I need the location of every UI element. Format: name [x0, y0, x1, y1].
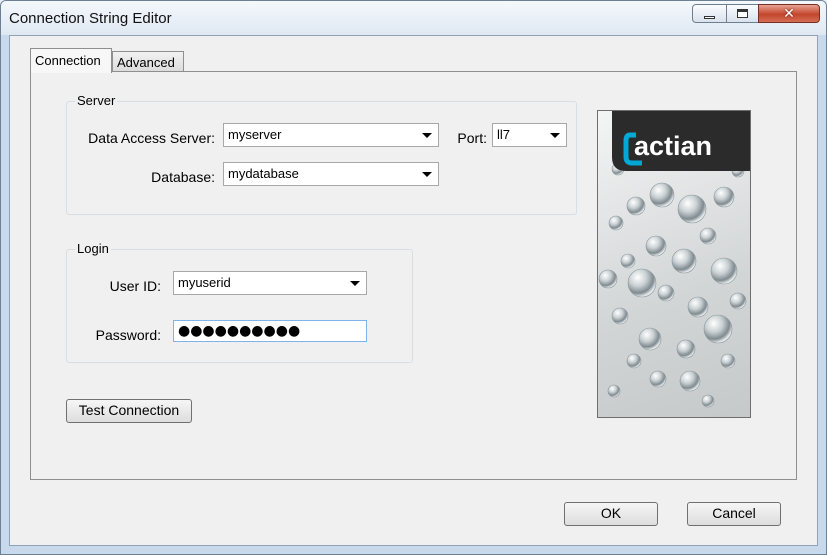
chevron-down-icon[interactable]: [422, 172, 432, 177]
logo-text: actian: [634, 131, 712, 161]
tab-advanced[interactable]: Advanced: [112, 51, 184, 71]
tab-connection[interactable]: Connection: [30, 48, 112, 73]
server-group-title: Server: [75, 93, 118, 108]
port-value: ll7: [497, 127, 511, 142]
minimize-button[interactable]: [692, 4, 727, 23]
password-value: ●●●●●●●●●●: [178, 323, 301, 339]
connection-tab-panel: Server Data Access Server: myserver Port…: [30, 71, 797, 480]
user-id-combo[interactable]: myuserid: [173, 271, 367, 295]
dialog-client-area: Connection Advanced Server Data Access S…: [9, 35, 818, 546]
port-label: Port:: [457, 130, 487, 146]
dialog-window: Connection String Editor ✕ Connection Ad…: [0, 0, 827, 555]
cancel-button[interactable]: Cancel: [687, 502, 781, 526]
login-group-title: Login: [75, 241, 111, 256]
database-label: Database:: [151, 169, 215, 185]
chevron-down-icon[interactable]: [550, 133, 560, 138]
data-access-server-combo[interactable]: myserver: [223, 123, 439, 147]
user-id-value: myuserid: [178, 275, 231, 290]
database-combo[interactable]: mydatabase: [223, 162, 439, 186]
minimize-icon: [704, 15, 715, 19]
login-group: Login: [66, 241, 413, 363]
user-id-label: User ID:: [109, 278, 161, 294]
window-title: Connection String Editor: [9, 10, 172, 27]
close-button[interactable]: ✕: [758, 4, 820, 23]
maximize-button[interactable]: [726, 4, 759, 23]
password-field[interactable]: ●●●●●●●●●●: [173, 320, 367, 342]
data-access-server-label: Data Access Server:: [88, 130, 215, 146]
server-group: Server: [66, 93, 577, 215]
chevron-down-icon[interactable]: [350, 281, 360, 286]
water-drops-image: actian: [598, 111, 750, 408]
close-icon: ✕: [783, 5, 795, 22]
maximize-icon: [737, 9, 748, 18]
actian-logo-panel: actian: [597, 110, 751, 418]
database-value: mydatabase: [228, 166, 299, 181]
password-label: Password:: [95, 327, 161, 343]
port-combo[interactable]: ll7: [492, 123, 567, 147]
data-access-server-value: myserver: [228, 127, 282, 142]
test-connection-button[interactable]: Test Connection: [66, 399, 192, 423]
title-bar[interactable]: Connection String Editor ✕: [1, 1, 826, 35]
chevron-down-icon[interactable]: [422, 133, 432, 138]
ok-button[interactable]: OK: [564, 502, 658, 526]
